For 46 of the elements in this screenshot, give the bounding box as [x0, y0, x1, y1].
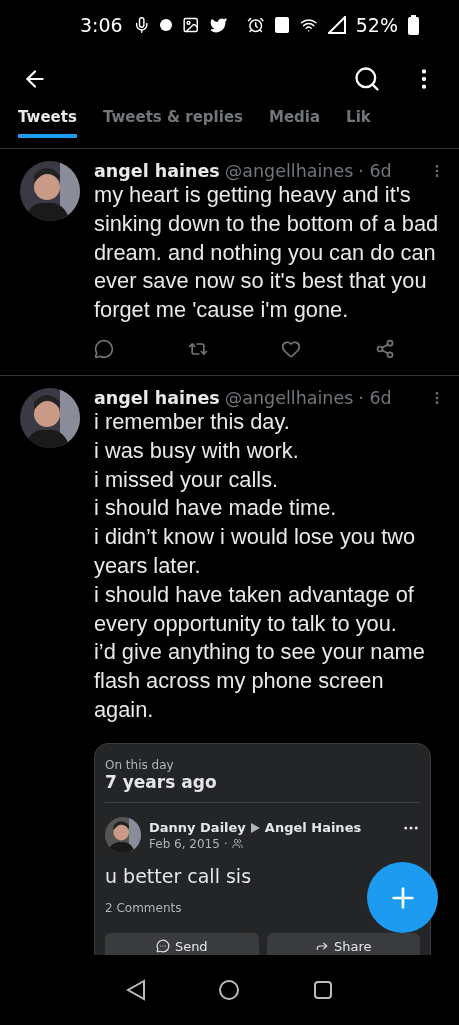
author-name[interactable]: angel haines [94, 388, 220, 408]
bird-icon [209, 16, 227, 34]
tweet-text: my heart is getting heavy and it's sinking down to the bottom of a bad dream. and nothing you can do can ever save now so it's best that you forget me 'cause i'm gone. [94, 181, 440, 325]
post-time: · 6d [358, 161, 392, 181]
tab[interactable]: Lik [346, 108, 371, 138]
post-action-button[interactable]: Send [105, 932, 259, 955]
tab[interactable]: Tweets & replies [102, 108, 243, 138]
image-icon [182, 16, 200, 34]
tweet-text: i was busy with work. [94, 436, 300, 465]
friends-icon [231, 838, 243, 850]
post-action-button[interactable]: Share [266, 932, 420, 955]
tweet-text: i remember this day. [94, 408, 291, 436]
search-icon[interactable] [353, 65, 381, 93]
author-handle: @angellhaines [224, 388, 354, 408]
home-icon[interactable] [218, 979, 241, 1001]
wifi-icon [300, 16, 318, 34]
tweet-text: i didn’t know i would lose you two years later. [94, 523, 417, 580]
battery-percent: 52% [355, 14, 398, 36]
triangle-icon [250, 822, 260, 833]
recents-icon[interactable] [312, 980, 333, 1000]
tweet-text: i should have made time. [94, 494, 338, 523]
tweet-text: i’d give anything to see your name flash across my phone screen again. [94, 638, 426, 724]
author-name: Danny Dailey [149, 820, 246, 836]
signal-icon [327, 16, 346, 34]
alarm-icon [246, 16, 265, 34]
tweet-text: i should have taken advantage of every opportunity to talk to you. [94, 580, 415, 638]
reply-icon[interactable] [94, 339, 114, 359]
tab[interactable]: Media [269, 108, 321, 138]
tweet-text: i missed your calls. [94, 465, 280, 494]
back-icon[interactable] [126, 979, 147, 1001]
dot-icon [160, 19, 173, 31]
comment-count: 2 Comments [105, 900, 183, 915]
like-icon[interactable] [281, 339, 302, 359]
share-icon[interactable] [374, 339, 395, 359]
post-text: u better call sis [105, 864, 252, 887]
author-handle: @angellhaines [224, 161, 354, 181]
author-name[interactable]: angel haines [94, 161, 220, 181]
clock-time: 3:06 [80, 14, 123, 36]
messenger-icon [155, 939, 170, 954]
post-date: Feb 6, 2015 · [149, 836, 228, 851]
post-time: · 6d [358, 388, 392, 408]
battery-icon [408, 15, 419, 35]
recipient-name: Angel Haines [264, 820, 362, 836]
memory-title: 7 years ago [105, 771, 420, 803]
tab[interactable]: Tweets [18, 108, 77, 138]
memory-label: On this day [105, 757, 175, 772]
